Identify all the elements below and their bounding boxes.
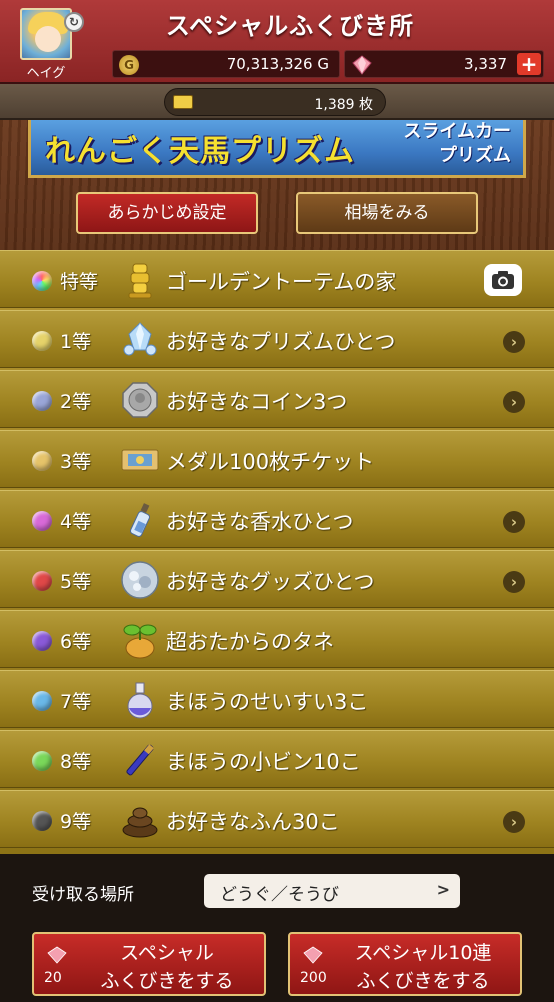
- prize-name: お好きなプリズムひとつ: [166, 330, 396, 354]
- rank-orb-icon: [32, 451, 52, 471]
- special-draw-button[interactable]: 20 スペシャル ふくびきをする: [32, 932, 266, 996]
- chevron-right-icon[interactable]: ›: [503, 811, 525, 833]
- camera-icon: [492, 271, 514, 289]
- rank-orb-icon: [32, 331, 52, 351]
- draw-label-line1: スペシャル: [120, 942, 214, 964]
- draw-label-line2: ふくびきをする: [356, 970, 490, 992]
- prize-rank: 4等: [60, 511, 92, 533]
- prize-row-3[interactable]: 3等 メダル100枚チケット: [0, 430, 554, 488]
- receive-location-label: 受け取る場所: [32, 885, 134, 905]
- ticket-icon: [121, 449, 159, 471]
- prize-row-4[interactable]: 4等 お好きな香水ひとつ ›: [0, 490, 554, 548]
- prize-rank: 特等: [60, 271, 99, 293]
- rank-orb-icon: [32, 511, 52, 531]
- perfume-icon: [129, 503, 151, 537]
- rank-orb-icon: [32, 571, 52, 591]
- prize-row-9[interactable]: 9等 お好きなふん30こ ›: [0, 790, 554, 848]
- header: ↻ ヘイグ スペシャルふくびき所 G 70,313,326 G 3,337 +: [0, 0, 554, 84]
- receive-location-value: どうぐ／そうび: [220, 885, 339, 905]
- prize-row-8[interactable]: 8等 まほうの小ビン10こ: [0, 730, 554, 788]
- refresh-icon[interactable]: ↻: [64, 12, 84, 32]
- buy-gems-button[interactable]: +: [517, 53, 541, 75]
- prize-name: まほうのせいすい3こ: [166, 690, 369, 714]
- rank-orb-icon: [32, 631, 52, 651]
- banner-sub-top: スライムカー: [403, 121, 511, 142]
- camera-button[interactable]: [484, 264, 522, 296]
- gold-display: G 70,313,326 G: [112, 50, 340, 78]
- banner-area: れんごく天馬プリズム スライムカー プリズム あらかじめ設定 相場をみる: [0, 120, 554, 250]
- prize-row-5[interactable]: 5等 お好きなグッズひとつ ›: [0, 550, 554, 608]
- avatar-face: [35, 26, 61, 52]
- gem-icon: [352, 55, 372, 75]
- draw-label-line2: ふくびきをする: [100, 970, 234, 992]
- featured-banner[interactable]: れんごく天馬プリズム スライムカー プリズム: [28, 120, 526, 178]
- coin-icon: [122, 382, 158, 418]
- seed-icon: [123, 624, 157, 659]
- gem-display: 3,337 +: [344, 50, 544, 78]
- prize-rank: 7等: [60, 691, 92, 713]
- prize-row-6[interactable]: 6等 超おたからのタネ: [0, 610, 554, 668]
- presets-button[interactable]: あらかじめ設定: [76, 192, 258, 234]
- banner-sub-bottom: プリズム: [439, 145, 511, 166]
- ticket-value: 1,389 枚: [314, 97, 373, 113]
- prize-name: お好きな香水ひとつ: [166, 510, 354, 534]
- dung-icon: [122, 807, 158, 838]
- ticket-display: 1,389 枚: [164, 88, 386, 116]
- player-avatar[interactable]: [20, 8, 72, 60]
- draw-cost: 200: [300, 970, 327, 986]
- ticket-bar: 1,389 枚: [0, 84, 554, 120]
- chevron-right-icon[interactable]: ›: [503, 571, 525, 593]
- draw-cost: 20: [44, 970, 62, 986]
- market-price-button[interactable]: 相場をみる: [296, 192, 478, 234]
- prize-name: お好きなコイン3つ: [166, 390, 348, 414]
- footer: 受け取る場所 どうぐ／そうび > 20 スペシャル ふくびきをする 200 スペ…: [0, 854, 554, 1002]
- chevron-right-icon[interactable]: ›: [503, 331, 525, 353]
- page-title: スペシャルふくびき所: [165, 12, 415, 40]
- golden-totem-icon: [128, 263, 152, 299]
- rank-orb-icon: [32, 271, 52, 291]
- prize-row-1[interactable]: 1等 お好きなプリズムひとつ ›: [0, 310, 554, 368]
- prize-rank: 2等: [60, 391, 92, 413]
- gold-value: 70,313,326 G: [226, 55, 329, 73]
- rank-orb-icon: [32, 391, 52, 411]
- prize-name: まほうの小ビン10こ: [166, 750, 361, 774]
- holy-water-icon: [127, 682, 153, 719]
- rank-orb-icon: [32, 751, 52, 771]
- prize-name: メダル100枚チケット: [166, 450, 375, 474]
- gem-value: 3,337: [464, 55, 507, 73]
- prize-name: 超おたからのタネ: [166, 630, 334, 654]
- banner-subtitle: スライムカー プリズム: [381, 120, 511, 168]
- small-bottle-icon: [126, 744, 154, 776]
- prize-name: ゴールデントーテムの家: [166, 270, 397, 294]
- chevron-right-icon[interactable]: ›: [503, 511, 525, 533]
- prize-rank: 9等: [60, 811, 92, 833]
- player-name: ヘイグ: [26, 66, 66, 81]
- prize-rank: 6等: [60, 631, 92, 653]
- prize-rank: 3等: [60, 451, 92, 473]
- prize-row-2[interactable]: 2等 お好きなコイン3つ ›: [0, 370, 554, 428]
- gold-coin-icon: G: [119, 55, 139, 75]
- gem-icon: [303, 946, 323, 964]
- gem-icon: [47, 946, 67, 964]
- prize-rank: 8等: [60, 751, 92, 773]
- goods-icon: [121, 561, 159, 599]
- banner-title: れんごく天馬プリズム: [45, 134, 355, 169]
- rank-orb-icon: [32, 691, 52, 711]
- prism-icon: [123, 322, 157, 356]
- prize-name: お好きなグッズひとつ: [166, 570, 375, 594]
- prize-row-special[interactable]: 特等 ゴールデントーテムの家: [0, 250, 554, 308]
- prize-rank: 1等: [60, 331, 92, 353]
- prize-list: 特等 ゴールデントーテムの家 1等 お好きなプリズムひとつ › 2等 お好きなコ…: [0, 250, 554, 854]
- chevron-right-icon[interactable]: ›: [503, 391, 525, 413]
- chevron-right-icon: >: [436, 880, 450, 899]
- receive-location-select[interactable]: どうぐ／そうび >: [204, 874, 460, 908]
- special-draw-10-button[interactable]: 200 スペシャル10連 ふくびきをする: [288, 932, 522, 996]
- ticket-icon: [173, 95, 193, 109]
- prize-rank: 5等: [60, 571, 92, 593]
- draw-label-line1: スペシャル10連: [354, 942, 492, 964]
- rank-orb-icon: [32, 811, 52, 831]
- prize-row-7[interactable]: 7等 まほうのせいすい3こ: [0, 670, 554, 728]
- prize-name: お好きなふん30こ: [166, 810, 340, 834]
